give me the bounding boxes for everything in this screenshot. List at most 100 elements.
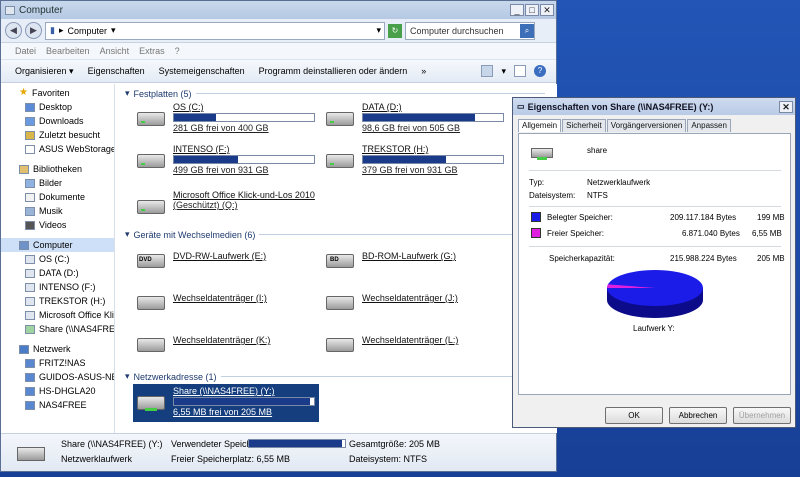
- drive-name: Wechseldatenträger (J:): [362, 293, 458, 303]
- sidebar-item-network-host[interactable]: HS-DHGLA20: [1, 384, 114, 398]
- refresh-button[interactable]: ↻: [388, 23, 402, 38]
- sidebar-item-videos[interactable]: Videos: [1, 218, 114, 232]
- tab-general[interactable]: Allgemein: [518, 119, 562, 132]
- removable-drive-icon: [324, 290, 356, 314]
- sidebar-item-network-host[interactable]: NAS4FREE: [1, 398, 114, 412]
- sidebar-item-desktop[interactable]: Desktop: [1, 100, 114, 114]
- drive-name: Wechseldatenträger (I:): [173, 293, 267, 303]
- cancel-button[interactable]: Abbrechen: [669, 407, 727, 424]
- sidebar-item-drive[interactable]: Microsoft Office Klic: [1, 308, 114, 322]
- drive-name: Share (\\NAS4FREE) (Y:): [173, 386, 275, 396]
- tab-security[interactable]: Sicherheit: [562, 119, 606, 132]
- close-button[interactable]: ✕: [540, 4, 554, 16]
- used-space-label: Belegter Speicher:: [547, 213, 613, 222]
- used-space-swatch: [531, 212, 541, 222]
- drive-tile[interactable]: Wechseldatenträger (L:): [324, 328, 499, 362]
- forward-button[interactable]: ▶: [25, 22, 42, 39]
- sidebar-item-drive[interactable]: INTENSO (F:): [1, 280, 114, 294]
- drive-tile[interactable]: DATA (D:) 98,6 GB frei von 505 GB: [324, 102, 504, 136]
- drive-label-field[interactable]: share: [587, 146, 607, 155]
- sidebar-item-recent[interactable]: Zuletzt besucht: [1, 128, 114, 142]
- view-options-icon[interactable]: [481, 65, 494, 77]
- maximize-button[interactable]: □: [525, 4, 539, 16]
- menu-tools[interactable]: Extras: [139, 46, 165, 56]
- back-button[interactable]: ◀: [5, 22, 22, 39]
- filesystem-value: NTFS: [587, 191, 608, 200]
- ok-button[interactable]: OK: [605, 407, 663, 424]
- section-header-removable[interactable]: ▾ Geräte mit Wechselmedien (6): [125, 229, 545, 240]
- organize-button[interactable]: Organisieren ▾: [15, 66, 74, 77]
- sidebar-item-documents[interactable]: Dokumente: [1, 190, 114, 204]
- address-dropdown-icon[interactable]: ▾: [376, 25, 381, 36]
- more-commands-button[interactable]: »: [421, 66, 426, 76]
- drive-tile[interactable]: OS (C:) 281 GB frei von 400 GB: [135, 102, 315, 136]
- drive-name: Wechseldatenträger (K:): [173, 335, 271, 345]
- drive-protected-label: (Geschützt) (Q:): [173, 200, 238, 210]
- drive-name: BD-ROM-Laufwerk (G:): [362, 251, 457, 261]
- chevron-down-icon[interactable]: ▾: [111, 25, 116, 36]
- sidebar-item-downloads[interactable]: Downloads: [1, 114, 114, 128]
- menu-file[interactable]: Datei: [15, 46, 36, 56]
- sidebar-item-network-host[interactable]: FRITZ!NAS: [1, 356, 114, 370]
- drive-tile[interactable]: Wechseldatenträger (J:): [324, 286, 499, 320]
- menu-edit[interactable]: Bearbeiten: [46, 46, 90, 56]
- drive-icon: [25, 296, 35, 306]
- chevron-down-icon[interactable]: ▾: [501, 66, 506, 77]
- drive-tile[interactable]: INTENSO (F:) 499 GB frei von 931 GB: [135, 144, 315, 178]
- menu-help[interactable]: ?: [175, 46, 180, 56]
- details-free-space: Freier Speicherplatz: 6,55 MB: [171, 454, 291, 464]
- sidebar-item-asus-webstorage[interactable]: ASUS WebStorage: [1, 142, 114, 156]
- sidebar-item-music[interactable]: Musik: [1, 204, 114, 218]
- drive-tile[interactable]: Wechseldatenträger (I:): [135, 286, 310, 320]
- sidebar-libraries[interactable]: Bibliotheken: [1, 162, 114, 176]
- search-icon[interactable]: ⌕: [520, 23, 534, 38]
- dialog-titlebar: ▭ Eigenschaften von Share (\\NAS4FREE) (…: [513, 98, 795, 115]
- apply-button[interactable]: Übernehmen: [733, 407, 791, 424]
- collapse-icon[interactable]: ▾: [125, 371, 130, 382]
- drive-tile[interactable]: BD BD-ROM-Laufwerk (G:): [324, 244, 499, 278]
- sidebar-item-network-host[interactable]: GUIDOS-ASUS-NB: [1, 370, 114, 384]
- properties-button[interactable]: Eigenschaften: [88, 66, 145, 76]
- address-field[interactable]: ▮ ▸ Computer ▾ ▾: [45, 21, 385, 40]
- help-icon[interactable]: ?: [534, 65, 546, 77]
- search-input[interactable]: Computer durchsuchen ⌕: [405, 21, 535, 40]
- collapse-icon[interactable]: ▾: [125, 229, 130, 240]
- sidebar-item-pictures[interactable]: Bilder: [1, 176, 114, 190]
- sidebar-computer[interactable]: Computer: [1, 238, 114, 252]
- system-properties-button[interactable]: Systemeigenschaften: [159, 66, 245, 76]
- documents-icon: [25, 192, 35, 202]
- drive-name: DATA (D:): [362, 102, 402, 112]
- network-drive-icon: [15, 440, 47, 466]
- sidebar-item-drive[interactable]: TREKSTOR (H:): [1, 294, 114, 308]
- sidebar-item-drive[interactable]: OS (C:): [1, 252, 114, 266]
- sidebar-item-drive[interactable]: DATA (D:): [1, 266, 114, 280]
- capacity-size: 205 MB: [757, 254, 785, 263]
- sidebar-network[interactable]: Netzwerk: [1, 342, 114, 356]
- drive-free-space: 499 GB frei von 931 GB: [173, 165, 269, 175]
- drive-tile[interactable]: Microsoft Office Klick-und-Los 2010 (Gesc…: [135, 190, 355, 224]
- tab-previous-versions[interactable]: Vorgängerversionen: [606, 119, 687, 132]
- drive-usage-bar: [173, 397, 315, 406]
- minimize-button[interactable]: _: [510, 4, 524, 16]
- drive-tile[interactable]: TREKSTOR (H:) 379 GB frei von 931 GB: [324, 144, 504, 178]
- free-space-bytes: 6.871.040 Bytes: [682, 229, 740, 238]
- section-header-hdd[interactable]: ▾ Festplatten (5): [125, 88, 545, 99]
- uninstall-button[interactable]: Programm deinstallieren oder ändern: [259, 66, 408, 76]
- preview-pane-icon[interactable]: [514, 65, 526, 77]
- collapse-icon[interactable]: ▾: [125, 88, 130, 99]
- drive-tile[interactable]: Wechseldatenträger (K:): [135, 328, 310, 362]
- close-button[interactable]: ✕: [779, 100, 793, 113]
- sidebar-favorites[interactable]: ★ Favoriten: [1, 86, 114, 100]
- details-filesystem: Dateisystem: NTFS: [349, 454, 428, 464]
- menu-view[interactable]: Ansicht: [100, 46, 130, 56]
- drive-tile[interactable]: DVD DVD-RW-Laufwerk (E:): [135, 244, 310, 278]
- details-usage-bar: [248, 439, 346, 448]
- tab-customize[interactable]: Anpassen: [687, 119, 731, 132]
- navigation-pane: ★ Favoriten Desktop Downloads Zuletzt bes…: [1, 84, 115, 433]
- section-header-network[interactable]: ▾ Netzwerkadresse (1): [125, 371, 545, 382]
- network-drive-tile[interactable]: Share (\\NAS4FREE) (Y:) 6,55 MB frei von …: [133, 384, 319, 422]
- sidebar-item-network-drive[interactable]: Share (\\NAS4FREE: [1, 322, 114, 336]
- drive-name: INTENSO (F:): [173, 144, 230, 154]
- recent-places-icon: [25, 130, 35, 140]
- drive-icon: [135, 194, 167, 218]
